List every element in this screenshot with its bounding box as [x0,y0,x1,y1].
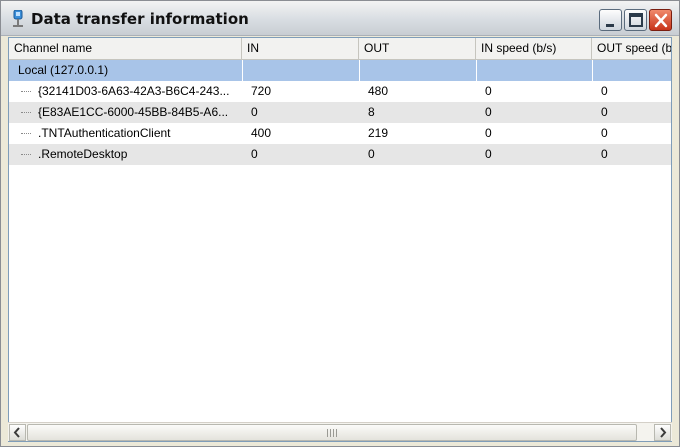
data-transfer-window: Data transfer information Channel name I… [0,0,680,447]
out-speed-value: 0 [601,105,608,119]
out-speed-value: 0 [601,84,608,98]
channel-name: {32141D03-6A63-42A3-B6C4-243... [38,84,230,98]
window-title: Data transfer information [31,10,249,28]
minimize-button[interactable] [599,9,622,31]
channel-name: {E83AE1CC-6000-45BB-84B5-A6... [38,105,229,119]
close-icon [654,13,668,28]
tree-branch [21,91,31,92]
column-out-speed[interactable]: OUT speed (b [592,38,671,59]
horizontal-scrollbar[interactable] [8,422,672,441]
channel-name: .RemoteDesktop [38,147,128,161]
tree-branch [21,112,31,113]
in-value: 0 [251,105,258,119]
tree-branch [21,133,31,134]
in-speed-value: 0 [485,126,492,140]
in-value: 0 [251,147,258,161]
table-row[interactable]: {E83AE1CC-6000-45BB-84B5-A6... 0 8 0 0 [9,102,671,123]
network-icon [13,10,23,27]
out-speed-value: 0 [601,147,608,161]
group-row-local[interactable]: Local (127.0.0.1) [9,60,671,81]
out-value: 0 [368,147,375,161]
column-header: Channel name IN OUT IN speed (b/s) OUT s… [9,38,671,60]
out-value: 480 [368,84,389,98]
scroll-left-button[interactable] [9,424,26,441]
group-label: Local (127.0.0.1) [18,63,109,77]
scroll-right-button[interactable] [654,424,671,441]
out-value: 219 [368,126,389,140]
tree-branch [21,154,31,155]
column-separator [242,60,243,81]
column-separator [476,60,477,81]
column-separator [592,60,593,81]
in-value: 400 [251,126,272,140]
arrow-right-icon [660,427,667,438]
title-bar[interactable]: Data transfer information [1,1,679,36]
column-out[interactable]: OUT [359,38,476,59]
out-speed-value: 0 [601,126,608,140]
column-in[interactable]: IN [242,38,359,59]
in-speed-value: 0 [485,147,492,161]
in-speed-value: 0 [485,105,492,119]
column-channel-name[interactable]: Channel name [9,38,242,59]
minimize-icon [606,24,614,27]
channel-name: .TNTAuthenticationClient [38,126,171,140]
in-value: 720 [251,84,272,98]
in-speed-value: 0 [485,84,492,98]
close-button[interactable] [649,9,672,31]
maximize-button[interactable] [624,9,647,31]
maximize-icon [629,13,643,27]
column-in-speed[interactable]: IN speed (b/s) [476,38,592,59]
table-row[interactable]: .TNTAuthenticationClient 400 219 0 0 [9,123,671,144]
grip-icon [327,429,337,437]
arrow-left-icon [13,427,20,438]
out-value: 8 [368,105,375,119]
scroll-thumb[interactable] [27,424,637,441]
table-row[interactable]: .RemoteDesktop 0 0 0 0 [9,144,671,165]
column-separator [359,60,360,81]
transfer-list[interactable]: Channel name IN OUT IN speed (b/s) OUT s… [8,37,672,442]
table-row[interactable]: {32141D03-6A63-42A3-B6C4-243... 720 480 … [9,81,671,102]
